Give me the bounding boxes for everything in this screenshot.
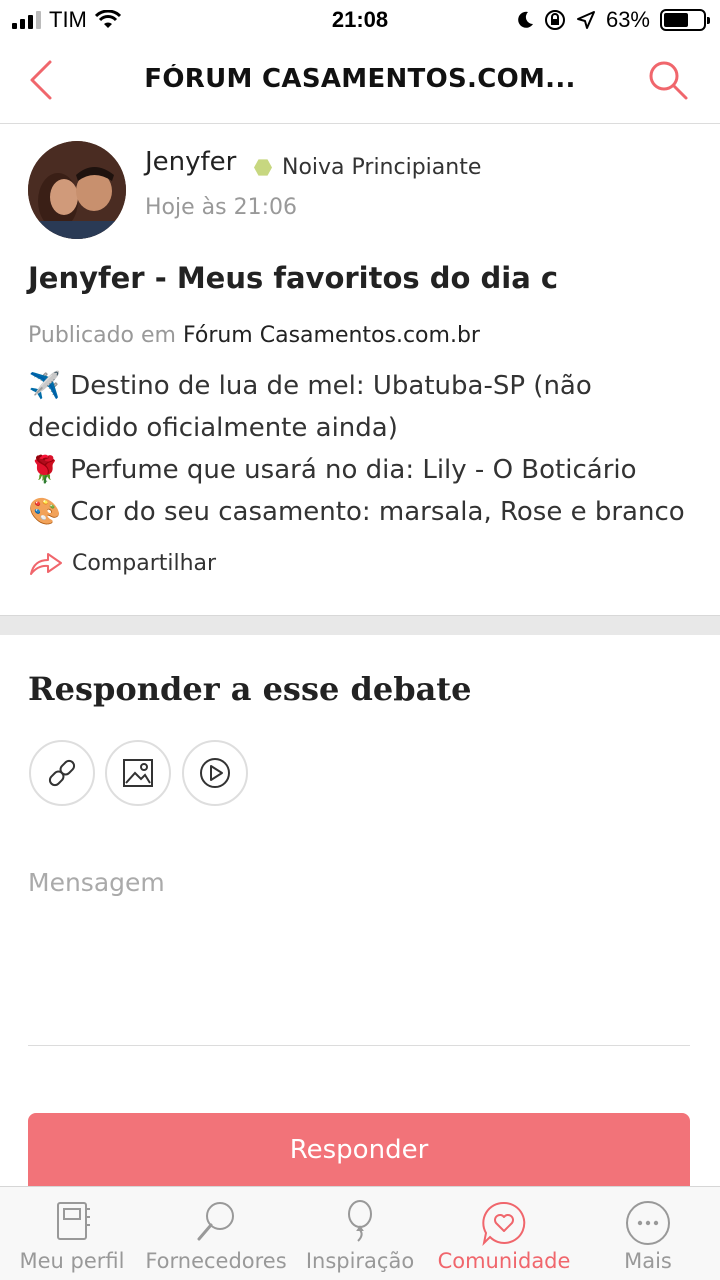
airplane-icon: ✈️ — [28, 371, 62, 401]
moon-icon — [518, 11, 533, 28]
tab-label: Meu perfil — [19, 1249, 125, 1273]
tab-bar: Meu perfil Fornecedores Inspiração Comun… — [0, 1186, 720, 1280]
reply-button[interactable]: Responder — [28, 1113, 690, 1197]
published-prefix: Publicado em — [28, 323, 176, 348]
insert-link-button[interactable] — [29, 740, 95, 806]
more-icon — [626, 1201, 670, 1245]
user-rank-badge: Noiva Principiante — [254, 155, 481, 180]
post-line-text: Destino de lua de mel: Ubatuba-SP (não d… — [28, 371, 592, 443]
link-icon — [48, 759, 76, 787]
chevron-left-icon[interactable] — [22, 58, 62, 102]
post-date: Hoje às 21:06 — [145, 195, 297, 220]
share-label: Compartilhar — [72, 550, 217, 576]
insert-image-button[interactable] — [105, 740, 171, 806]
avatar-photo — [28, 141, 126, 239]
post-line-text: Cor do seu casamento: marsala, Rose e br… — [70, 497, 685, 527]
tab-fornecedores[interactable]: Fornecedores — [144, 1187, 288, 1280]
tab-mais[interactable]: Mais — [576, 1187, 720, 1280]
rotation-lock-icon — [544, 10, 565, 30]
notebook-icon — [57, 1202, 90, 1240]
play-icon — [200, 758, 230, 788]
insert-video-button[interactable] — [182, 740, 248, 806]
post-line: ✈️ Destino de lua de mel: Ubatuba-SP (nã… — [28, 365, 698, 449]
tab-comunidade[interactable]: Comunidade — [432, 1187, 576, 1280]
balloon-icon — [348, 1200, 372, 1242]
heart-chat-icon — [482, 1201, 526, 1247]
tab-label: Comunidade — [437, 1249, 571, 1273]
section-divider — [0, 615, 720, 635]
post-line: 🎨 Cor do seu casamento: marsala, Rose e … — [28, 491, 698, 533]
author-name[interactable]: Jenyfer — [145, 147, 236, 177]
image-icon — [123, 759, 153, 787]
tab-label: Mais — [624, 1249, 672, 1273]
status-right: 63% — [516, 7, 710, 33]
status-bar: TIM 21:08 63% — [0, 0, 720, 40]
forum-link[interactable]: Fórum Casamentos.com.br — [183, 323, 480, 348]
post-body: ✈️ Destino de lua de mel: Ubatuba-SP (nã… — [28, 365, 698, 533]
battery-percent: 63% — [605, 7, 650, 32]
magnifier-icon — [197, 1202, 234, 1241]
search-icon[interactable] — [646, 58, 690, 102]
tab-meu-perfil[interactable]: Meu perfil — [0, 1187, 144, 1280]
palette-icon: 🎨 — [28, 497, 62, 527]
forum-post: Jenyfer Noiva Principiante Hoje às 21:06… — [0, 125, 720, 615]
user-rank-label: Noiva Principiante — [282, 155, 482, 180]
tab-inspiracao[interactable]: Inspiração — [288, 1187, 432, 1280]
published-in: Publicado em Fórum Casamentos.com.br — [28, 323, 480, 348]
reply-heading: Responder a esse debate — [28, 670, 472, 708]
post-line: 🌹 Perfume que usará no dia: Lily - O Bot… — [28, 449, 698, 491]
avatar[interactable] — [28, 141, 126, 239]
hexagon-icon — [254, 159, 272, 176]
share-button[interactable]: Compartilhar — [28, 550, 216, 576]
rose-icon: 🌹 — [28, 455, 62, 485]
message-input[interactable] — [28, 860, 690, 1046]
page-title: FÓRUM CASAMENTOS.COM... — [144, 64, 576, 94]
tab-label: Fornecedores — [145, 1249, 287, 1273]
post-title: Jenyfer - Meus favoritos do dia c — [28, 261, 559, 295]
share-arrow-icon — [30, 553, 62, 575]
navigation-bar: FÓRUM CASAMENTOS.COM... — [0, 40, 720, 124]
location-icon — [576, 11, 595, 29]
tab-label: Inspiração — [305, 1249, 415, 1273]
post-line-text: Perfume que usará no dia: Lily - O Botic… — [70, 455, 637, 485]
battery-icon — [660, 9, 710, 31]
